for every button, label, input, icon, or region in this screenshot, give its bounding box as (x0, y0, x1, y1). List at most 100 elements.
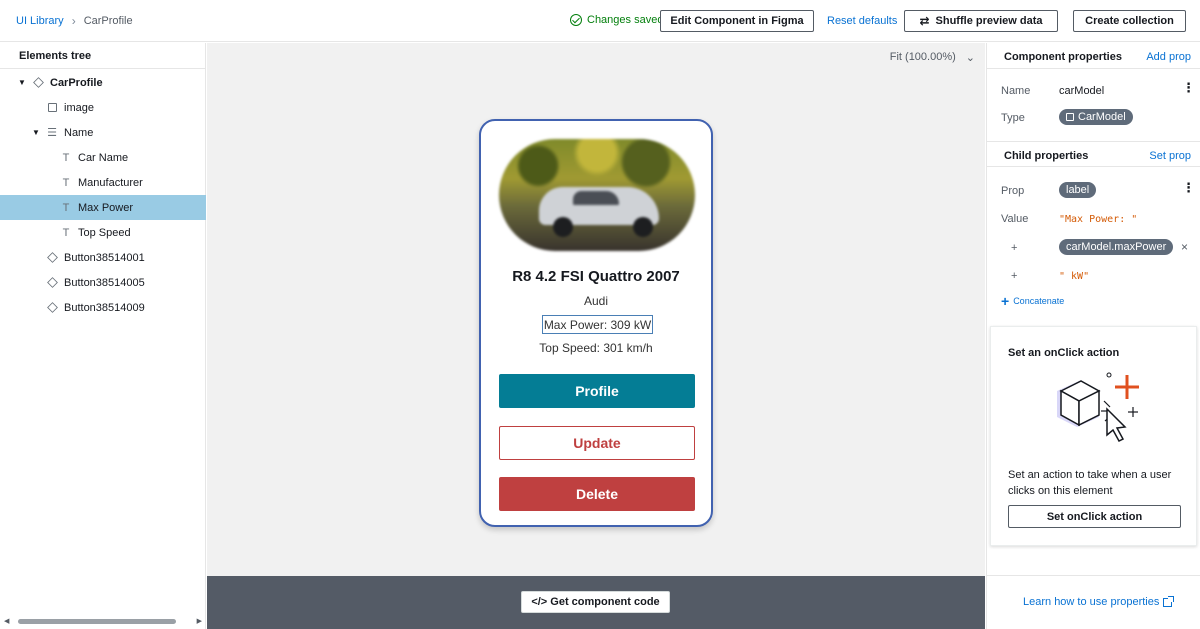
component-properties-title: Component properties (1004, 51, 1122, 63)
create-collection-button[interactable]: Create collection (1073, 10, 1186, 32)
breadcrumb: UI Library › CarProfile (16, 14, 133, 28)
profile-button[interactable]: Profile (499, 374, 695, 408)
chevron-down-icon: ⌄ (965, 52, 975, 64)
saved-status-label: Changes saved (587, 14, 664, 26)
tree-item-label: Button38514009 (64, 301, 145, 314)
delete-button[interactable]: Delete (499, 477, 695, 511)
get-component-code-button[interactable]: </> Get component code (521, 591, 670, 613)
tree-item[interactable]: T Top Speed (0, 220, 206, 245)
more-options-icon[interactable]: ⋮ (1182, 81, 1195, 94)
car-profile-card[interactable]: R8 4.2 FSI Quattro 2007 Audi Max Power: … (479, 119, 713, 527)
scroll-left-icon[interactable]: ◀ (4, 617, 9, 625)
preview-canvas: Fit (100.00%) ⌄ R8 4.2 FSI Quattro 2007 … (207, 43, 985, 576)
horizontal-scrollbar[interactable]: ◀ ▶ (4, 617, 202, 625)
learn-properties-link[interactable]: Learn how to use properties (1023, 595, 1175, 608)
tree-item[interactable]: T Car Name (0, 145, 206, 170)
value-binding: carModel.maxPower (1066, 241, 1167, 253)
text-icon: T (62, 226, 70, 239)
model-icon (1066, 113, 1074, 121)
properties-panel: Component properties Add prop Name carMo… (986, 43, 1200, 629)
type-pill: CarModel (1059, 109, 1133, 125)
zoom-level: Fit (100.00%) (889, 51, 956, 63)
stack-icon: ☰ (47, 127, 57, 139)
name-value: carModel (1059, 85, 1105, 97)
tree-item[interactable]: Button38514005 (0, 270, 206, 295)
tree-item[interactable]: Button38514009 (0, 295, 206, 320)
cube-icon (46, 277, 58, 289)
zoom-select[interactable]: Fit (100.00%) ⌄ (890, 51, 975, 64)
close-icon[interactable]: × (1181, 240, 1188, 254)
prop-label: Prop (1001, 185, 1025, 197)
breadcrumb-ui-library[interactable]: UI Library (16, 15, 64, 27)
text-icon: T (62, 176, 70, 189)
edit-in-figma-label: Edit Component in Figma (670, 15, 804, 27)
value-label: Value (1001, 213, 1029, 225)
tree-item-label: image (64, 101, 94, 114)
edit-in-figma-button[interactable]: Edit Component in Figma (660, 10, 814, 32)
manufacturer-text: Audi (583, 294, 609, 308)
max-power-text[interactable]: Max Power: 309 kW (542, 315, 653, 334)
prop-value: label (1066, 184, 1090, 196)
concatenate-button[interactable]: + Concatenate (1001, 293, 1065, 309)
onclick-description: Set an action to take when a user clicks… (1008, 469, 1172, 497)
car-name: R8 4.2 FSI Quattro 2007 (512, 268, 680, 285)
tree-item[interactable]: ▼ ☰ Name (0, 120, 206, 145)
plus-icon: + (1001, 293, 1010, 309)
shuffle-icon: ⇄ (919, 14, 930, 28)
tree-item[interactable]: T Manufacturer (0, 170, 206, 195)
plus-icon: + (1011, 242, 1018, 254)
code-bar: </> Get component code (207, 576, 985, 629)
text-icon: T (62, 151, 70, 164)
create-collection-label: Create collection (1085, 15, 1174, 27)
top-speed-text: Top Speed: 301 km/h (539, 341, 653, 355)
value-binding-pill[interactable]: carModel.maxPower (1059, 239, 1174, 255)
tree-item[interactable]: image (0, 95, 206, 120)
onclick-action-card: Set an onClick action Set an action to t… (990, 326, 1197, 546)
update-button[interactable]: Update (499, 426, 695, 460)
tree-item[interactable]: ▼ CarProfile (0, 70, 206, 95)
tree-item[interactable]: T Max Power (0, 195, 206, 220)
onclick-illustration-icon (1057, 372, 1139, 442)
learn-properties-label: Learn how to use properties (1023, 596, 1160, 608)
scrollbar-thumb[interactable] (18, 619, 176, 624)
tree-item-label: Car Name (78, 151, 129, 164)
child-properties-header: Child properties Set prop (987, 141, 1200, 167)
add-prop-link[interactable]: Add prop (1146, 51, 1191, 63)
caret-down-icon[interactable]: ▼ (18, 78, 28, 87)
child-properties-title: Child properties (1004, 150, 1089, 162)
tree-item-label: Max Power (78, 201, 134, 214)
cube-icon (46, 302, 58, 314)
onclick-title: Set an onClick action (1008, 347, 1120, 359)
tree-item-label: Manufacturer (78, 176, 143, 189)
text-icon: T (62, 201, 70, 214)
scroll-right-icon[interactable]: ▶ (197, 617, 202, 625)
shuffle-preview-label: Shuffle preview data (935, 15, 1043, 27)
tree-item-label: Name (64, 126, 94, 139)
chevron-right-icon: › (71, 14, 76, 28)
car-image (499, 139, 695, 251)
cube-icon (32, 77, 44, 89)
tree-item[interactable]: Button38514001 (0, 245, 206, 270)
cube-icon (46, 252, 58, 264)
set-prop-link[interactable]: Set prop (1149, 150, 1191, 162)
reset-defaults-link[interactable]: Reset defaults (827, 15, 897, 27)
set-onclick-action-button[interactable]: Set onClick action (1008, 505, 1181, 528)
more-options-icon[interactable]: ⋮ (1182, 181, 1195, 194)
component-properties-header: Component properties Add prop (987, 43, 1200, 69)
elements-tree-title: Elements tree (0, 43, 205, 69)
concatenate-label: Concatenate (1013, 296, 1065, 306)
elements-tree-panel: Elements tree ▼ CarProfile image ▼ ☰ Name T Car… (0, 43, 206, 629)
shuffle-preview-button[interactable]: ⇄ Shuffle preview data (904, 10, 1058, 32)
prop-pill[interactable]: label (1059, 182, 1097, 198)
value-string-1[interactable]: "Max Power: " (1059, 214, 1137, 225)
plus-icon: + (1011, 270, 1018, 282)
caret-down-icon[interactable]: ▼ (32, 128, 42, 137)
tree-item-label: CarProfile (50, 76, 103, 89)
tree-item-label: Top Speed (78, 226, 131, 239)
tree-item-label: Button38514001 (64, 251, 145, 264)
check-circle-icon (570, 14, 582, 26)
value-string-3[interactable]: " kW" (1059, 271, 1089, 282)
type-label: Type (1001, 112, 1025, 124)
divider (987, 575, 1200, 576)
image-icon (46, 102, 58, 114)
